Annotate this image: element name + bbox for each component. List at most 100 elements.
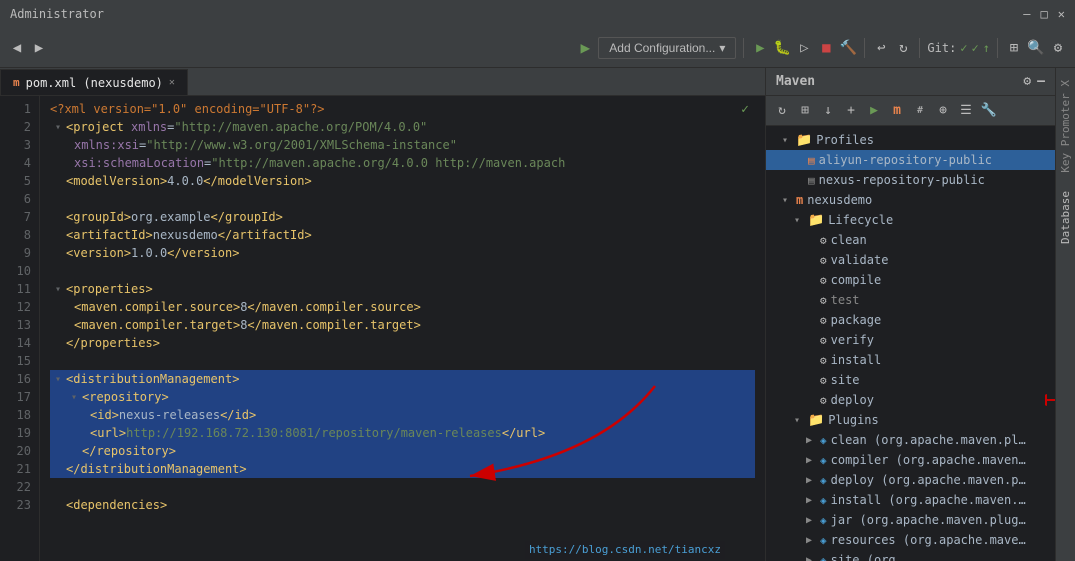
- nexusdemo-label: nexusdemo: [807, 193, 872, 207]
- plugin-install-icon: ◈: [820, 494, 827, 507]
- fold-icon-16[interactable]: ▾: [50, 371, 66, 387]
- tree-package[interactable]: ⚙ package: [766, 310, 1055, 330]
- add-config-label: Add Configuration...: [609, 41, 715, 55]
- code-area: 1 2 3 4 5 6 7 8 9 10 11 12 13 14 15 16 1…: [0, 96, 765, 561]
- close-btn[interactable]: ✕: [1058, 7, 1065, 21]
- plugin-jar-label: jar (org.apache.maven.plugins:maven-jar: [831, 513, 1031, 527]
- site-label: site: [831, 373, 860, 387]
- search-icon[interactable]: 🔍: [1027, 39, 1045, 57]
- tree-deploy[interactable]: ⚙ deploy: [766, 390, 1055, 410]
- tree-plugin-deploy[interactable]: ▶ ◈ deploy (org.apache.maven.plugins:mav…: [766, 470, 1055, 490]
- git-check-icon: ✓: [960, 41, 967, 55]
- maven-run-icon[interactable]: ▶: [864, 101, 884, 121]
- dropdown-arrow-icon: ▾: [719, 41, 725, 55]
- title-bar: Administrator — □ ✕: [0, 0, 1075, 28]
- tree-plugins[interactable]: ▾ 📁 Plugins: [766, 410, 1055, 430]
- forward-icon[interactable]: ▶: [30, 39, 48, 57]
- tree-nexus-profile[interactable]: ▤ nexus-repository-public: [766, 170, 1055, 190]
- code-line-2: ▾ <project xmlns="http://maven.apache.or…: [50, 118, 755, 136]
- maximize-btn[interactable]: □: [1041, 7, 1048, 21]
- maven-m-icon[interactable]: m: [887, 101, 907, 121]
- stop-icon[interactable]: ■: [817, 39, 835, 57]
- deploy-gear-icon: ⚙: [820, 394, 827, 407]
- maven-tool-icon[interactable]: 🔧: [979, 101, 999, 121]
- plugin-install-label: install (org.apache.maven.plugins:maven: [831, 493, 1031, 507]
- run-with-coverage-icon[interactable]: ▷: [795, 39, 813, 57]
- tree-test[interactable]: ⚙ test: [766, 290, 1055, 310]
- settings-icon[interactable]: ⚙: [1049, 39, 1067, 57]
- build-icon[interactable]: 🔨: [839, 39, 857, 57]
- debug-icon[interactable]: 🐛: [773, 39, 791, 57]
- tree-validate[interactable]: ⚙ validate: [766, 250, 1055, 270]
- fold-icon-11[interactable]: ▾: [50, 281, 66, 297]
- plugin-clean-label: clean (org.apache.maven.plugins:maven-: [831, 433, 1031, 447]
- fold-icon-17[interactable]: ▾: [66, 389, 82, 405]
- maven-phase-icon[interactable]: #: [910, 101, 930, 121]
- revert-icon[interactable]: ↩: [872, 39, 890, 57]
- tree-plugin-site[interactable]: ▶ ◈ site (org: [766, 550, 1055, 561]
- tree-plugin-jar[interactable]: ▶ ◈ jar (org.apache.maven.plugins:maven-…: [766, 510, 1055, 530]
- maven-tree[interactable]: ▾ 📁 Profiles ▤ aliyun-repository-public …: [766, 126, 1055, 561]
- add-configuration-button[interactable]: Add Configuration... ▾: [598, 37, 736, 59]
- tree-compile[interactable]: ⚙ compile: [766, 270, 1055, 290]
- maven-add-icon[interactable]: +: [841, 101, 861, 121]
- back-icon[interactable]: ◀: [8, 39, 26, 57]
- nexusdemo-chevron: ▾: [782, 195, 792, 206]
- lifecycle-folder-icon: 📁: [808, 213, 824, 228]
- lifecycle-chevron: ▾: [794, 215, 804, 226]
- tab-close-icon[interactable]: ✕: [169, 77, 175, 88]
- side-tabs: Key Promoter X Database: [1055, 68, 1075, 561]
- terminal-icon[interactable]: ⊞: [1005, 39, 1023, 57]
- tree-install[interactable]: ⚙ install: [766, 350, 1055, 370]
- pom-xml-tab[interactable]: m pom.xml (nexusdemo) ✕: [0, 69, 188, 95]
- tree-lifecycle[interactable]: ▾ 📁 Lifecycle: [766, 210, 1055, 230]
- tree-plugin-compiler[interactable]: ▶ ◈ compiler (org.apache.maven.plugins:m…: [766, 450, 1055, 470]
- minimize-btn[interactable]: —: [1023, 7, 1030, 21]
- tree-plugin-clean[interactable]: ▶ ◈ clean (org.apache.maven.plugins:mave…: [766, 430, 1055, 450]
- line-check-icon: ✓: [741, 100, 749, 120]
- maven-toolbar: ↻ ⊞ ↓ + ▶ m # ⊕ ☰ 🔧: [766, 96, 1055, 126]
- code-content[interactable]: <?xml version="1.0" encoding="UTF-8"?> ✓…: [40, 96, 765, 561]
- maven-collapse-icon[interactable]: —: [1037, 74, 1045, 89]
- tree-aliyun-profile[interactable]: ▤ aliyun-repository-public: [766, 150, 1055, 170]
- aliyun-profile-icon: ▤: [808, 154, 815, 167]
- maven-refresh-icon[interactable]: ↻: [772, 101, 792, 121]
- maven-filter-icon[interactable]: ☰: [956, 101, 976, 121]
- green-arrow-icon[interactable]: ▶: [576, 39, 594, 57]
- key-promoter-tab[interactable]: Key Promoter X: [1057, 72, 1074, 181]
- update-icon[interactable]: ↻: [894, 39, 912, 57]
- git-check2-icon: ✓: [972, 41, 979, 55]
- validate-label: validate: [831, 253, 889, 267]
- code-line-13: <maven.compiler.target> 8 </maven.compil…: [50, 316, 755, 334]
- tree-plugin-resources[interactable]: ▶ ◈ resources (org.apache.maven.plugins:…: [766, 530, 1055, 550]
- tree-site[interactable]: ⚙ site: [766, 370, 1055, 390]
- fold-icon-2[interactable]: ▾: [50, 119, 66, 135]
- code-line-9: <version> 1.0.0 </version>: [50, 244, 755, 262]
- maven-toggle-icon[interactable]: ⊕: [933, 101, 953, 121]
- package-label: package: [831, 313, 882, 327]
- tab-bar: m pom.xml (nexusdemo) ✕: [0, 68, 765, 96]
- profiles-chevron: ▾: [782, 135, 792, 146]
- maven-download-icon[interactable]: ↓: [818, 101, 838, 121]
- maven-settings-icon[interactable]: ⚙: [1023, 74, 1031, 89]
- verify-gear-icon: ⚙: [820, 334, 827, 347]
- site-gear-icon: ⚙: [820, 374, 827, 387]
- tree-nexusdemo[interactable]: ▾ m nexusdemo: [766, 190, 1055, 210]
- code-line-5: <modelVersion> 4.0.0 </modelVersion>: [50, 172, 755, 190]
- tree-profiles[interactable]: ▾ 📁 Profiles: [766, 130, 1055, 150]
- database-tab[interactable]: Database: [1057, 183, 1074, 252]
- profiles-folder-icon: 📁: [796, 133, 812, 148]
- tree-verify[interactable]: ⚙ verify: [766, 330, 1055, 350]
- code-line-17: ▾ <repository>: [50, 388, 755, 406]
- plugins-folder-icon: 📁: [808, 413, 824, 428]
- test-gear-icon: ⚙: [820, 294, 827, 307]
- editor-area: m pom.xml (nexusdemo) ✕ 1 2 3 4 5 6 7 8 …: [0, 68, 765, 561]
- tree-clean[interactable]: ⚙ clean: [766, 230, 1055, 250]
- code-line-15: [50, 352, 755, 370]
- code-line-8: <artifactId> nexusdemo </artifactId>: [50, 226, 755, 244]
- git-push-icon: ↑: [983, 41, 990, 55]
- run-icon[interactable]: ▶: [751, 39, 769, 57]
- maven-reimport-icon[interactable]: ⊞: [795, 101, 815, 121]
- tree-plugin-install[interactable]: ▶ ◈ install (org.apache.maven.plugins:ma…: [766, 490, 1055, 510]
- title-text: Administrator: [10, 7, 104, 21]
